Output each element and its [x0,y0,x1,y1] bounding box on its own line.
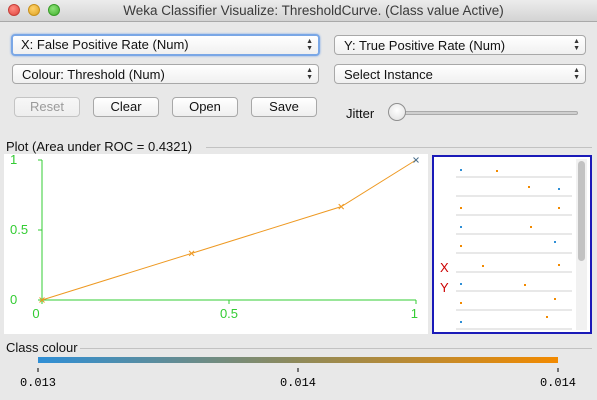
class-colour-tick-label: 0.013 [20,376,56,390]
instance-dot [460,302,462,304]
select-arrows-icon: ▲ ▼ [306,38,313,52]
class-colour-tick-label: 0.014 [280,376,316,390]
attribute-strip [456,275,572,289]
jitter-label: Jitter [346,106,375,121]
attribute-strip [456,313,572,327]
attribute-strip [456,237,572,251]
class-colour-tick-label: 0.014 [540,376,576,390]
attribute-strip [456,256,572,270]
attribute-strip [456,218,572,232]
reset-button[interactable]: Reset [14,97,80,117]
colour-select-value: Colour: Threshold (Num) [22,67,165,82]
x-axis-select-value: X: False Positive Rate (Num) [21,37,189,52]
instance-dot [460,226,462,228]
attribute-strip [456,161,572,175]
class-colour-group-border [80,348,592,349]
instance-dot [528,186,530,188]
instance-dot [460,169,462,171]
instance-dot [558,207,560,209]
y-axis-select-value: Y: True Positive Rate (Num) [344,38,506,53]
open-button[interactable]: Open [172,97,238,117]
window-titlebar: Weka Classifier Visualize: ThresholdCurv… [0,0,597,22]
plot-title: Plot (Area under ROC = 0.4321) [6,139,193,154]
legend-scrollbar-thumb [578,161,585,261]
colour-select[interactable]: Colour: Threshold (Num) ▲ ▼ [12,64,319,84]
window-title: Weka Classifier Visualize: ThresholdCurv… [123,3,504,18]
roc-curve-point [188,250,195,257]
attribute-strip [456,180,572,194]
select-instance-value: Select Instance [344,67,433,82]
instance-dot [524,284,526,286]
y-tick-label: 0 [10,292,17,307]
attribute-strip [456,294,572,308]
instance-dot [496,170,498,172]
roc-curve-point [338,203,345,210]
y-attribute-marker: Y [440,280,449,295]
y-axis-select[interactable]: Y: True Positive Rate (Num) ▲ ▼ [334,35,586,55]
instance-dot [558,188,560,190]
x-tick-label: 1 [411,306,418,321]
select-arrows-icon: ▲ ▼ [573,38,580,52]
instance-dot [460,283,462,285]
x-attribute-marker: X [440,260,449,275]
class-colour-gradient [38,357,558,363]
plot-group-border [206,147,592,148]
instance-dot [482,265,484,267]
instance-dot [460,245,462,247]
x-tick-label: 0 [32,306,39,321]
instance-dot [460,207,462,209]
instance-dot [554,298,556,300]
roc-curve-point [413,157,419,163]
instance-strip-panel[interactable]: XY [432,155,592,334]
x-axis-select[interactable]: X: False Positive Rate (Num) ▲ ▼ [11,34,320,56]
plot-area[interactable]: 0 0.5 1 0 0.5 1 [4,154,428,334]
save-button[interactable]: Save [251,97,317,117]
jitter-slider-knob[interactable] [388,103,406,121]
select-arrows-icon: ▲ ▼ [573,67,580,81]
attribute-strip [456,199,572,213]
jitter-slider-track[interactable] [392,111,578,115]
roc-curve-line [41,159,417,301]
clear-button[interactable]: Clear [93,97,159,117]
attribute-strips: XY [440,159,587,330]
instance-dot [554,241,556,243]
x-tick-label: 0.5 [220,306,238,321]
roc-curve-chart: 0 0.5 1 0 0.5 1 [10,154,419,321]
instance-dot [546,316,548,318]
select-arrows-icon: ▲ ▼ [306,67,313,81]
instance-dot [530,226,532,228]
select-instance-select[interactable]: Select Instance ▲ ▼ [334,64,586,84]
class-colour-bar: 0.013 0.014 0.014 [20,357,576,390]
y-tick-label: 1 [10,154,17,167]
instance-dot [460,321,462,323]
class-colour-panel: 0.013 0.014 0.014 [4,352,592,396]
instance-dot [558,264,560,266]
y-tick-label: 0.5 [10,222,28,237]
